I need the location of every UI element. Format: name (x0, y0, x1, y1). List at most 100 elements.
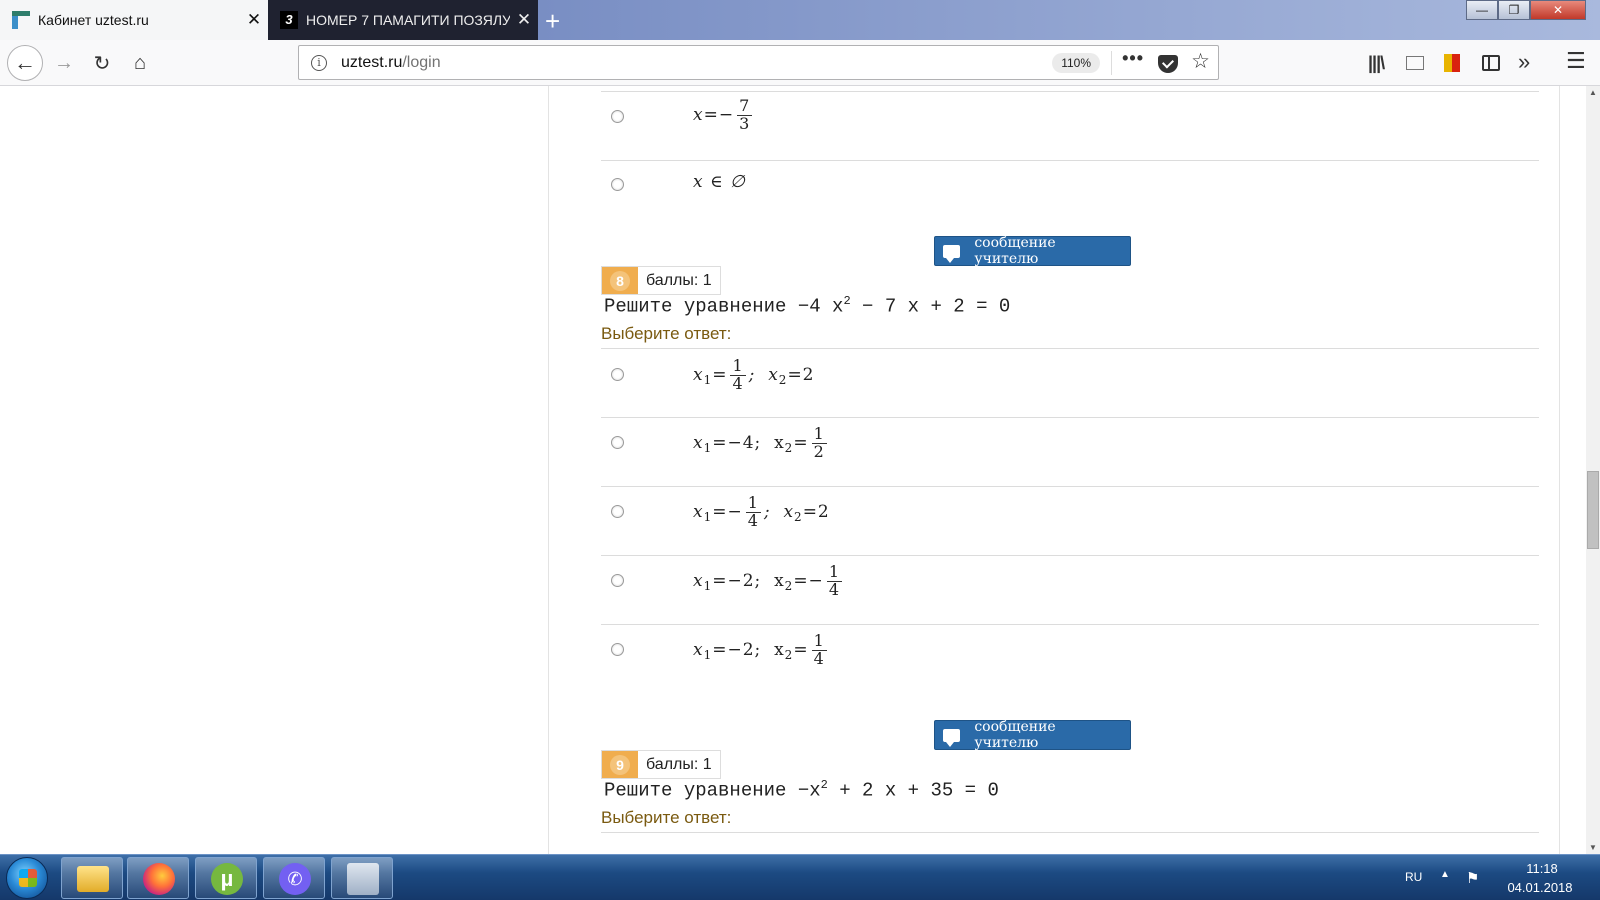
message-teacher-label: сообщение учителю (974, 719, 1056, 751)
library-icon[interactable]: |||\ (1368, 53, 1385, 74)
taskbar-utorrent[interactable]: µ (195, 857, 257, 899)
message-teacher-button[interactable]: сообщение учителю (934, 719, 1131, 751)
firefox-icon (143, 863, 175, 895)
url-bar[interactable]: i uztest.ru/login 110% ••• ☆ (298, 45, 1219, 80)
taskbar-explorer[interactable] (61, 857, 123, 899)
reload-button[interactable]: ↻ (86, 47, 118, 79)
home-button[interactable]: ⌂ (124, 47, 156, 79)
page-viewport: x =− 73 x ∈ ∅ сообщение учителю 8 баллы: … (0, 86, 1586, 854)
var-x: x (693, 433, 704, 454)
mail-extension-icon[interactable] (1406, 56, 1424, 70)
taskbar-viber[interactable]: ✆ (263, 857, 325, 899)
site-info-icon[interactable]: i (311, 55, 327, 71)
fraction-denominator: 4 (732, 373, 744, 393)
subscript: 1 (703, 579, 713, 594)
back-button[interactable]: ← (7, 45, 43, 81)
option-text: =2 (802, 502, 830, 523)
question-points: баллы: 1 (638, 751, 720, 778)
subscript: 2 (794, 510, 803, 525)
keyboard-language[interactable]: RU (1405, 870, 1422, 884)
taskbar-firefox[interactable] (127, 857, 189, 899)
var-x: x (693, 502, 704, 523)
message-teacher-label: сообщение учителю (974, 235, 1056, 267)
taskbar-calculator[interactable] (331, 857, 393, 899)
answer-option: x ∈ ∅ (693, 172, 746, 192)
calculator-icon (347, 863, 379, 895)
question-points: баллы: 1 (638, 267, 720, 294)
scroll-down-arrow-icon[interactable]: ▼ (1589, 843, 1597, 852)
forward-button[interactable]: → (48, 47, 80, 79)
option-divider (601, 555, 1539, 556)
answer-radio[interactable] (611, 505, 624, 518)
scroll-thumb[interactable] (1587, 471, 1599, 549)
fraction-denominator: 4 (747, 510, 759, 530)
message-teacher-button[interactable]: сообщение учителю (934, 235, 1131, 267)
answer-radio[interactable] (611, 574, 624, 587)
navigation-toolbar: ← → ↻ ⌂ i uztest.ru/login 110% ••• ☆ |||… (0, 40, 1600, 86)
option-divider (601, 624, 1539, 625)
close-window-button[interactable]: ✕ (1530, 0, 1586, 20)
answer-option: x 1 = 14 ; x 2 =2 (693, 357, 815, 393)
url-path: /login (402, 54, 441, 71)
toolbar-overflow-icon[interactable]: » (1518, 49, 1530, 75)
question-text-part: + 2 x + 35 = 0 (827, 779, 999, 802)
show-hidden-icons-arrow-icon[interactable]: ▲ (1440, 869, 1450, 880)
minimize-button[interactable]: — (1466, 0, 1498, 20)
scroll-up-arrow-icon[interactable]: ▲ (1589, 88, 1597, 97)
exponent: 2 (820, 778, 828, 792)
exponent: 2 (843, 294, 851, 308)
question-text-part: − 7 x + 2 = 0 (850, 295, 1011, 318)
tab-question[interactable]: 3 НОМЕР 7 ПАМАГИТИ ПОЗЯЛУ ✕ (268, 0, 538, 40)
option-text: = (793, 433, 809, 454)
clock-time[interactable]: 11:18 (1502, 861, 1582, 876)
sidebar-toggle-icon[interactable] (1482, 55, 1500, 71)
pocket-icon[interactable] (1158, 55, 1178, 73)
clock-date[interactable]: 04.01.2018 (1495, 880, 1585, 895)
answer-radio[interactable] (611, 436, 624, 449)
fraction-denominator: 4 (813, 648, 825, 668)
answer-radio[interactable] (611, 368, 624, 381)
answer-option: x 1 =−4; x 2 = 12 (693, 425, 830, 461)
var-x: x (693, 640, 704, 661)
question-text-part: Решите уравнение −x (604, 779, 821, 802)
option-text: =−2; x (712, 640, 785, 661)
option-text: =− (712, 502, 743, 523)
tab-close-icon[interactable]: ✕ (510, 10, 538, 30)
subscript: 1 (703, 648, 713, 663)
subscript: 2 (778, 373, 788, 388)
fraction: 14 (745, 494, 761, 530)
page-actions-more-icon[interactable]: ••• (1122, 48, 1144, 69)
fraction-denominator: 4 (828, 579, 840, 599)
action-center-flag-icon[interactable]: ⚑ (1466, 869, 1479, 887)
maximize-button[interactable]: ❐ (1498, 0, 1530, 20)
question-text: Решите уравнение −x2 + 2 x + 35 = 0 (604, 778, 999, 801)
option-divider (601, 91, 1539, 92)
option-text: x ∈ ∅ (693, 172, 746, 192)
tab-title: Кабинет uztest.ru (38, 12, 149, 28)
option-divider (601, 832, 1539, 833)
tab-strip: Кабинет uztest.ru ✕ 3 НОМЕР 7 ПАМАГИТИ П… (0, 0, 1600, 40)
bookmark-star-icon[interactable]: ☆ (1191, 49, 1210, 74)
new-tab-button[interactable]: + (545, 6, 560, 37)
question-number: 8 (610, 270, 630, 291)
fraction: 12 (811, 425, 827, 461)
answer-radio[interactable] (611, 643, 624, 656)
option-text: =−4; x (712, 433, 785, 454)
option-text: =2 (787, 365, 815, 386)
url-text[interactable]: uztest.ru/login (341, 54, 441, 72)
answer-radio[interactable] (611, 110, 624, 123)
tab-close-icon[interactable]: ✕ (240, 10, 268, 30)
start-button[interactable] (6, 857, 48, 899)
bookmark-extension-icon[interactable] (1444, 54, 1460, 72)
hamburger-menu-icon[interactable]: ☰ (1566, 48, 1586, 74)
option-divider (601, 486, 1539, 487)
answer-radio[interactable] (611, 178, 624, 191)
question-number-badge: 8 (602, 267, 638, 294)
fraction-denominator: 3 (739, 113, 751, 133)
fraction: 73 (737, 97, 753, 133)
subscript: 2 (784, 441, 794, 456)
tab-uztest[interactable]: Кабинет uztest.ru ✕ (0, 0, 268, 40)
var-x: x (693, 365, 704, 386)
zoom-level-badge[interactable]: 110% (1052, 53, 1100, 73)
page-scrollbar[interactable]: ▲ ▼ (1586, 86, 1600, 854)
